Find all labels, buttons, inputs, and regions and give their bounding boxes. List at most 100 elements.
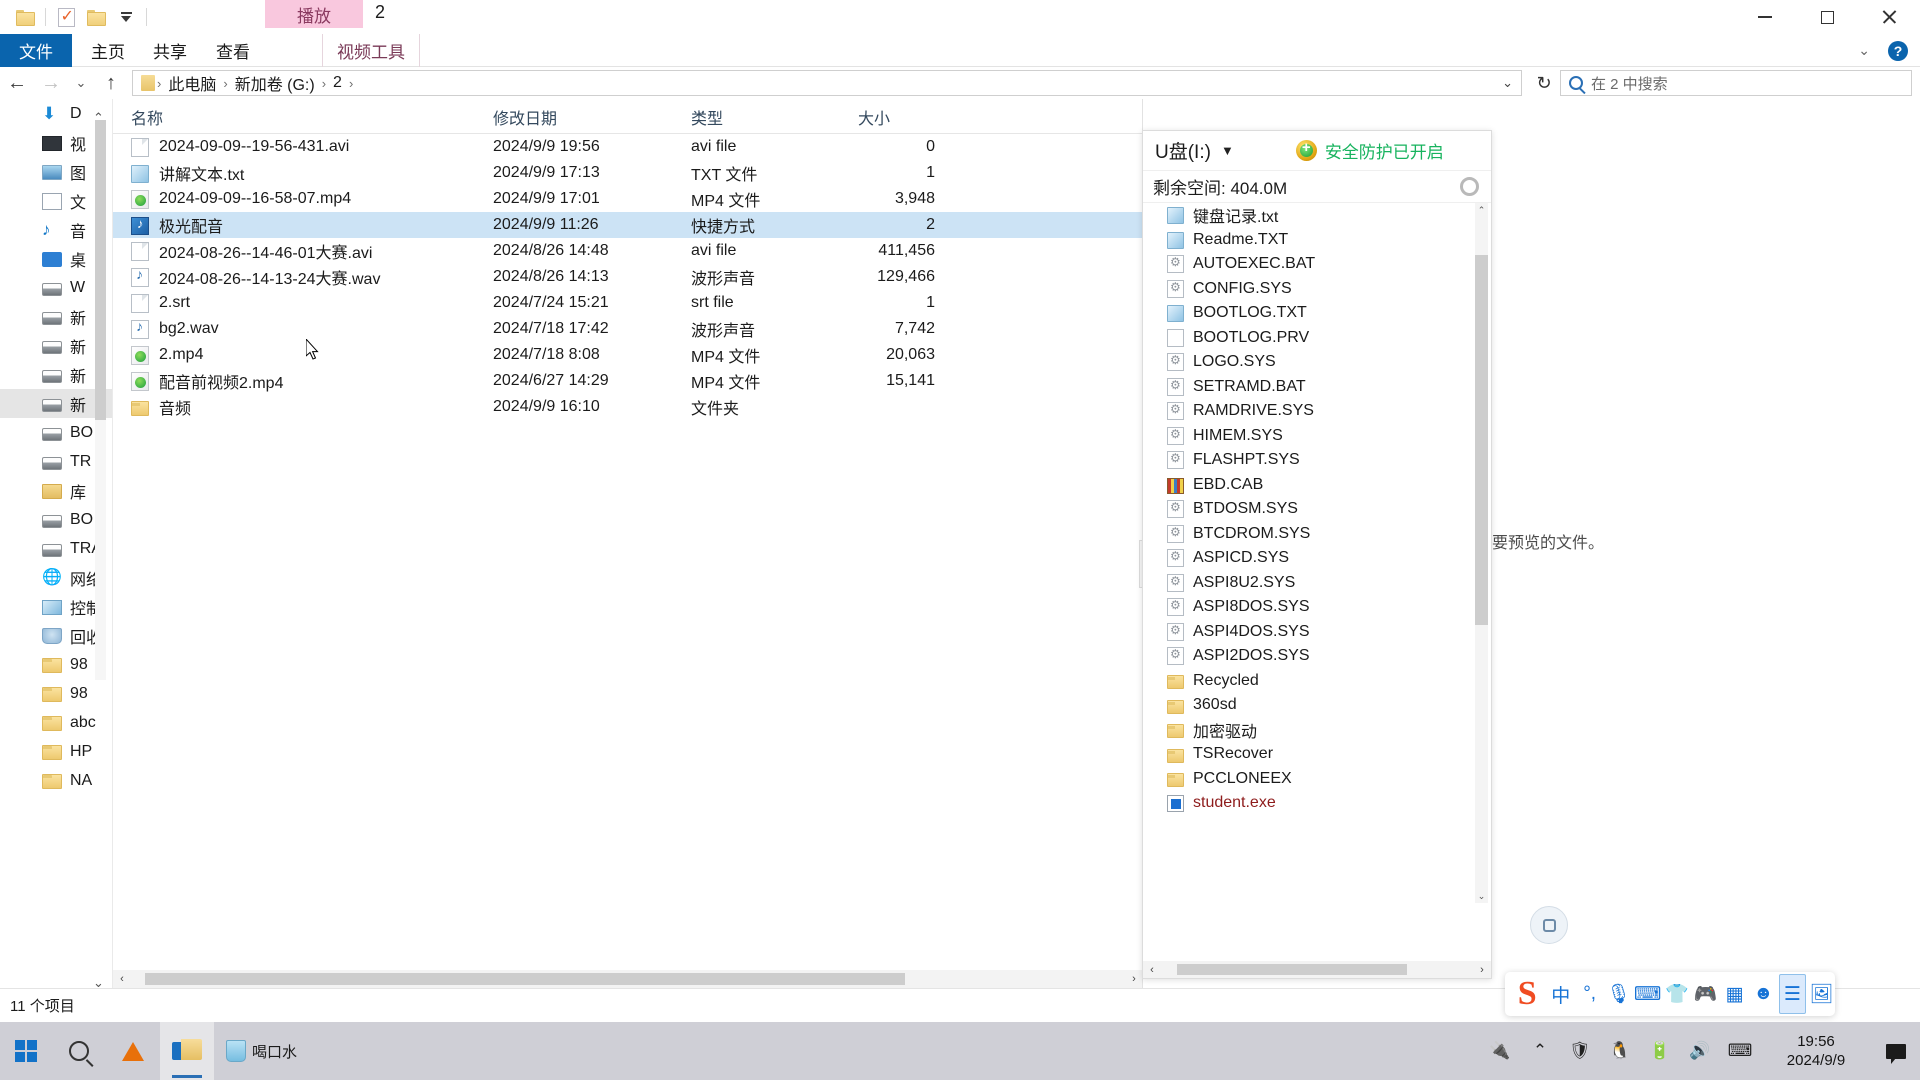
- usb-scroll-left-button[interactable]: ‹: [1143, 961, 1161, 979]
- usb-scroll-right-button[interactable]: ›: [1473, 961, 1491, 979]
- list-item[interactable]: HIMEM.SYS: [1143, 424, 1491, 449]
- list-item[interactable]: FLASHPT.SYS: [1143, 448, 1491, 473]
- file-list-pane[interactable]: 名称 修改日期 类型 大小 ⌄ 2024-09-09--19-56-431.av…: [112, 99, 1143, 988]
- keyboard-icon[interactable]: ⌨: [1634, 974, 1661, 1014]
- list-item[interactable]: ASPI8U2.SYS: [1143, 571, 1491, 596]
- scroll-track[interactable]: [131, 970, 1125, 988]
- ime-punctuation-icon[interactable]: °,: [1576, 974, 1603, 1014]
- list-item[interactable]: ASPICD.SYS: [1143, 546, 1491, 571]
- usb-drive-label[interactable]: U盘(I:): [1155, 137, 1211, 164]
- ime-language-icon[interactable]: 中: [1547, 974, 1574, 1014]
- start-button[interactable]: [0, 1022, 52, 1080]
- close-button[interactable]: [1858, 0, 1920, 34]
- file-list-horizontal-scrollbar[interactable]: ‹ ›: [113, 970, 1143, 988]
- list-item[interactable]: 键盘记录.txt: [1143, 203, 1491, 228]
- sidebar-scroll-thumb[interactable]: [95, 120, 106, 420]
- table-row[interactable]: 2024-09-09--16-58-07.mp4 2024/9/9 17:01 …: [113, 186, 1143, 212]
- forward-button[interactable]: →: [34, 67, 68, 99]
- table-row[interactable]: 配音前视频2.mp4 2024/6/27 14:29 MP4 文件 15,141: [113, 368, 1143, 394]
- keyboard-icon[interactable]: ⌨: [1720, 1022, 1760, 1080]
- scroll-thumb[interactable]: [145, 973, 905, 985]
- table-row[interactable]: 讲解文本.txt 2024/9/9 17:13 TXT 文件 1: [113, 160, 1143, 186]
- usb-drive-chevron-down-icon[interactable]: ▼: [1221, 143, 1234, 158]
- sidebar-item-folder-abc[interactable]: abc: [0, 708, 112, 737]
- list-item[interactable]: ASPI4DOS.SYS: [1143, 620, 1491, 645]
- floating-action-button[interactable]: [1530, 906, 1568, 944]
- scroll-left-button[interactable]: ‹: [113, 970, 131, 988]
- ribbon-collapse-chevron-down-icon[interactable]: ⌄: [1858, 42, 1870, 59]
- qat-folder-icon[interactable]: [10, 3, 40, 31]
- table-row[interactable]: 2024-09-09--19-56-431.avi 2024/9/9 19:56…: [113, 134, 1143, 160]
- refresh-button[interactable]: ↻: [1528, 70, 1560, 96]
- ime-toolbar[interactable]: S 中 °, 🎙 ⌨ 👕 🎮 ▦ ☻ ☰ 🖼: [1505, 972, 1835, 1016]
- tab-view[interactable]: 查看: [203, 34, 263, 67]
- list-item[interactable]: BTDOSM.SYS: [1143, 497, 1491, 522]
- up-button[interactable]: ↑: [94, 67, 128, 99]
- list-icon[interactable]: ☰: [1778, 974, 1807, 1014]
- clock[interactable]: 19:56 2024/9/9: [1760, 1022, 1872, 1080]
- usb-scroll-thumb[interactable]: [1475, 255, 1488, 625]
- table-row-selected[interactable]: 极光配音 2024/9/9 11:26 快捷方式 2: [113, 212, 1143, 238]
- list-item[interactable]: TSRecover: [1143, 742, 1491, 767]
- list-item[interactable]: Recycled: [1143, 669, 1491, 694]
- sidebar-item-folder-na[interactable]: NA: [0, 766, 112, 795]
- sogou-logo-icon[interactable]: S: [1509, 974, 1545, 1014]
- list-item[interactable]: BOOTLOG.PRV: [1143, 326, 1491, 351]
- notification-center-button[interactable]: [1872, 1022, 1920, 1080]
- list-item[interactable]: EBD.CAB: [1143, 473, 1491, 498]
- list-item[interactable]: CONFIG.SYS: [1143, 277, 1491, 302]
- breadcrumb-item-drive-g[interactable]: 新加卷 (G:): [230, 71, 320, 95]
- sidebar-scrollbar[interactable]: [95, 120, 106, 680]
- usb-scroll-up-button[interactable]: ⌃: [1475, 203, 1488, 217]
- qat-customize-chevron-down-icon[interactable]: [111, 3, 141, 31]
- taskbar-search-button[interactable]: [52, 1022, 106, 1080]
- table-row[interactable]: 2024-08-26--14-46-01大赛.avi 2024/8/26 14:…: [113, 238, 1143, 264]
- table-row[interactable]: bg2.wav 2024/7/18 17:42 波形声音 7,742: [113, 316, 1143, 342]
- column-header-name[interactable]: 名称: [131, 99, 163, 134]
- shield-icon[interactable]: 🛡: [1560, 1022, 1600, 1080]
- list-item[interactable]: student.exe: [1143, 791, 1491, 816]
- help-icon[interactable]: ?: [1888, 40, 1908, 61]
- column-header-size[interactable]: 大小: [858, 99, 890, 134]
- contextual-tab-playback[interactable]: 播放: [265, 0, 363, 28]
- list-item[interactable]: 360sd: [1143, 693, 1491, 718]
- qat-new-folder-icon[interactable]: [81, 3, 111, 31]
- list-item[interactable]: BTCDROM.SYS: [1143, 522, 1491, 547]
- breadcrumb-item-this-pc[interactable]: 此电脑: [163, 71, 221, 95]
- list-item[interactable]: ASPI2DOS.SYS: [1143, 644, 1491, 669]
- tab-home[interactable]: 主页: [78, 34, 138, 67]
- volume-icon[interactable]: 🔊: [1680, 1022, 1720, 1080]
- table-row[interactable]: 2.mp4 2024/7/18 8:08 MP4 文件 20,063: [113, 342, 1143, 368]
- taskbar-vlc-button[interactable]: [106, 1022, 160, 1080]
- battery-icon[interactable]: 🔋: [1640, 1022, 1680, 1080]
- usb-file-list[interactable]: 键盘记录.txt Readme.TXT AUTOEXEC.BAT CONFIG.…: [1143, 203, 1491, 903]
- address-dropdown-chevron-down-icon[interactable]: ⌄: [1502, 75, 1513, 91]
- qat-properties-icon[interactable]: [51, 3, 81, 31]
- taskbar-file-explorer-button[interactable]: [160, 1022, 214, 1080]
- water-reminder-widget[interactable]: 喝口水: [226, 1040, 297, 1062]
- mic-icon[interactable]: 🎙: [1605, 974, 1632, 1014]
- list-item[interactable]: SETRAMD.BAT: [1143, 375, 1491, 400]
- recent-locations-chevron-down-icon[interactable]: ⌄: [68, 67, 94, 99]
- table-row[interactable]: 音频 2024/9/9 16:10 文件夹: [113, 394, 1143, 420]
- qq-icon[interactable]: 🐧: [1600, 1022, 1640, 1080]
- back-button[interactable]: ←: [0, 67, 34, 99]
- chevron-up-icon[interactable]: ⌃: [1520, 1022, 1560, 1080]
- usb-vertical-scrollbar[interactable]: [1475, 203, 1488, 903]
- list-item[interactable]: RAMDRIVE.SYS: [1143, 399, 1491, 424]
- table-row[interactable]: 2.srt 2024/7/24 15:21 srt file 1: [113, 290, 1143, 316]
- shirt-icon[interactable]: 👕: [1663, 974, 1690, 1014]
- scroll-right-button[interactable]: ›: [1125, 970, 1143, 988]
- tab-share[interactable]: 共享: [140, 34, 200, 67]
- list-item[interactable]: PCCLONEEX: [1143, 767, 1491, 792]
- maximize-button[interactable]: [1796, 0, 1858, 34]
- usb-hscroll-thumb[interactable]: [1177, 964, 1407, 975]
- minimize-button[interactable]: [1734, 0, 1796, 34]
- usb-security-panel[interactable]: U盘(I:) ▼ 安全防护已开启 剩余空间: 404.0M 键盘记录.txt R…: [1142, 130, 1492, 979]
- tab-file[interactable]: 文件: [0, 34, 72, 67]
- sidebar-item-folder-98b[interactable]: 98: [0, 679, 112, 708]
- sidebar-item-folder-hp[interactable]: HP: [0, 737, 112, 766]
- emoji-icon[interactable]: ☻: [1750, 974, 1777, 1014]
- gamepad-icon[interactable]: 🎮: [1692, 974, 1719, 1014]
- breadcrumb[interactable]: › 此电脑 › 新加卷 (G:) › 2 › ⌄: [132, 70, 1522, 96]
